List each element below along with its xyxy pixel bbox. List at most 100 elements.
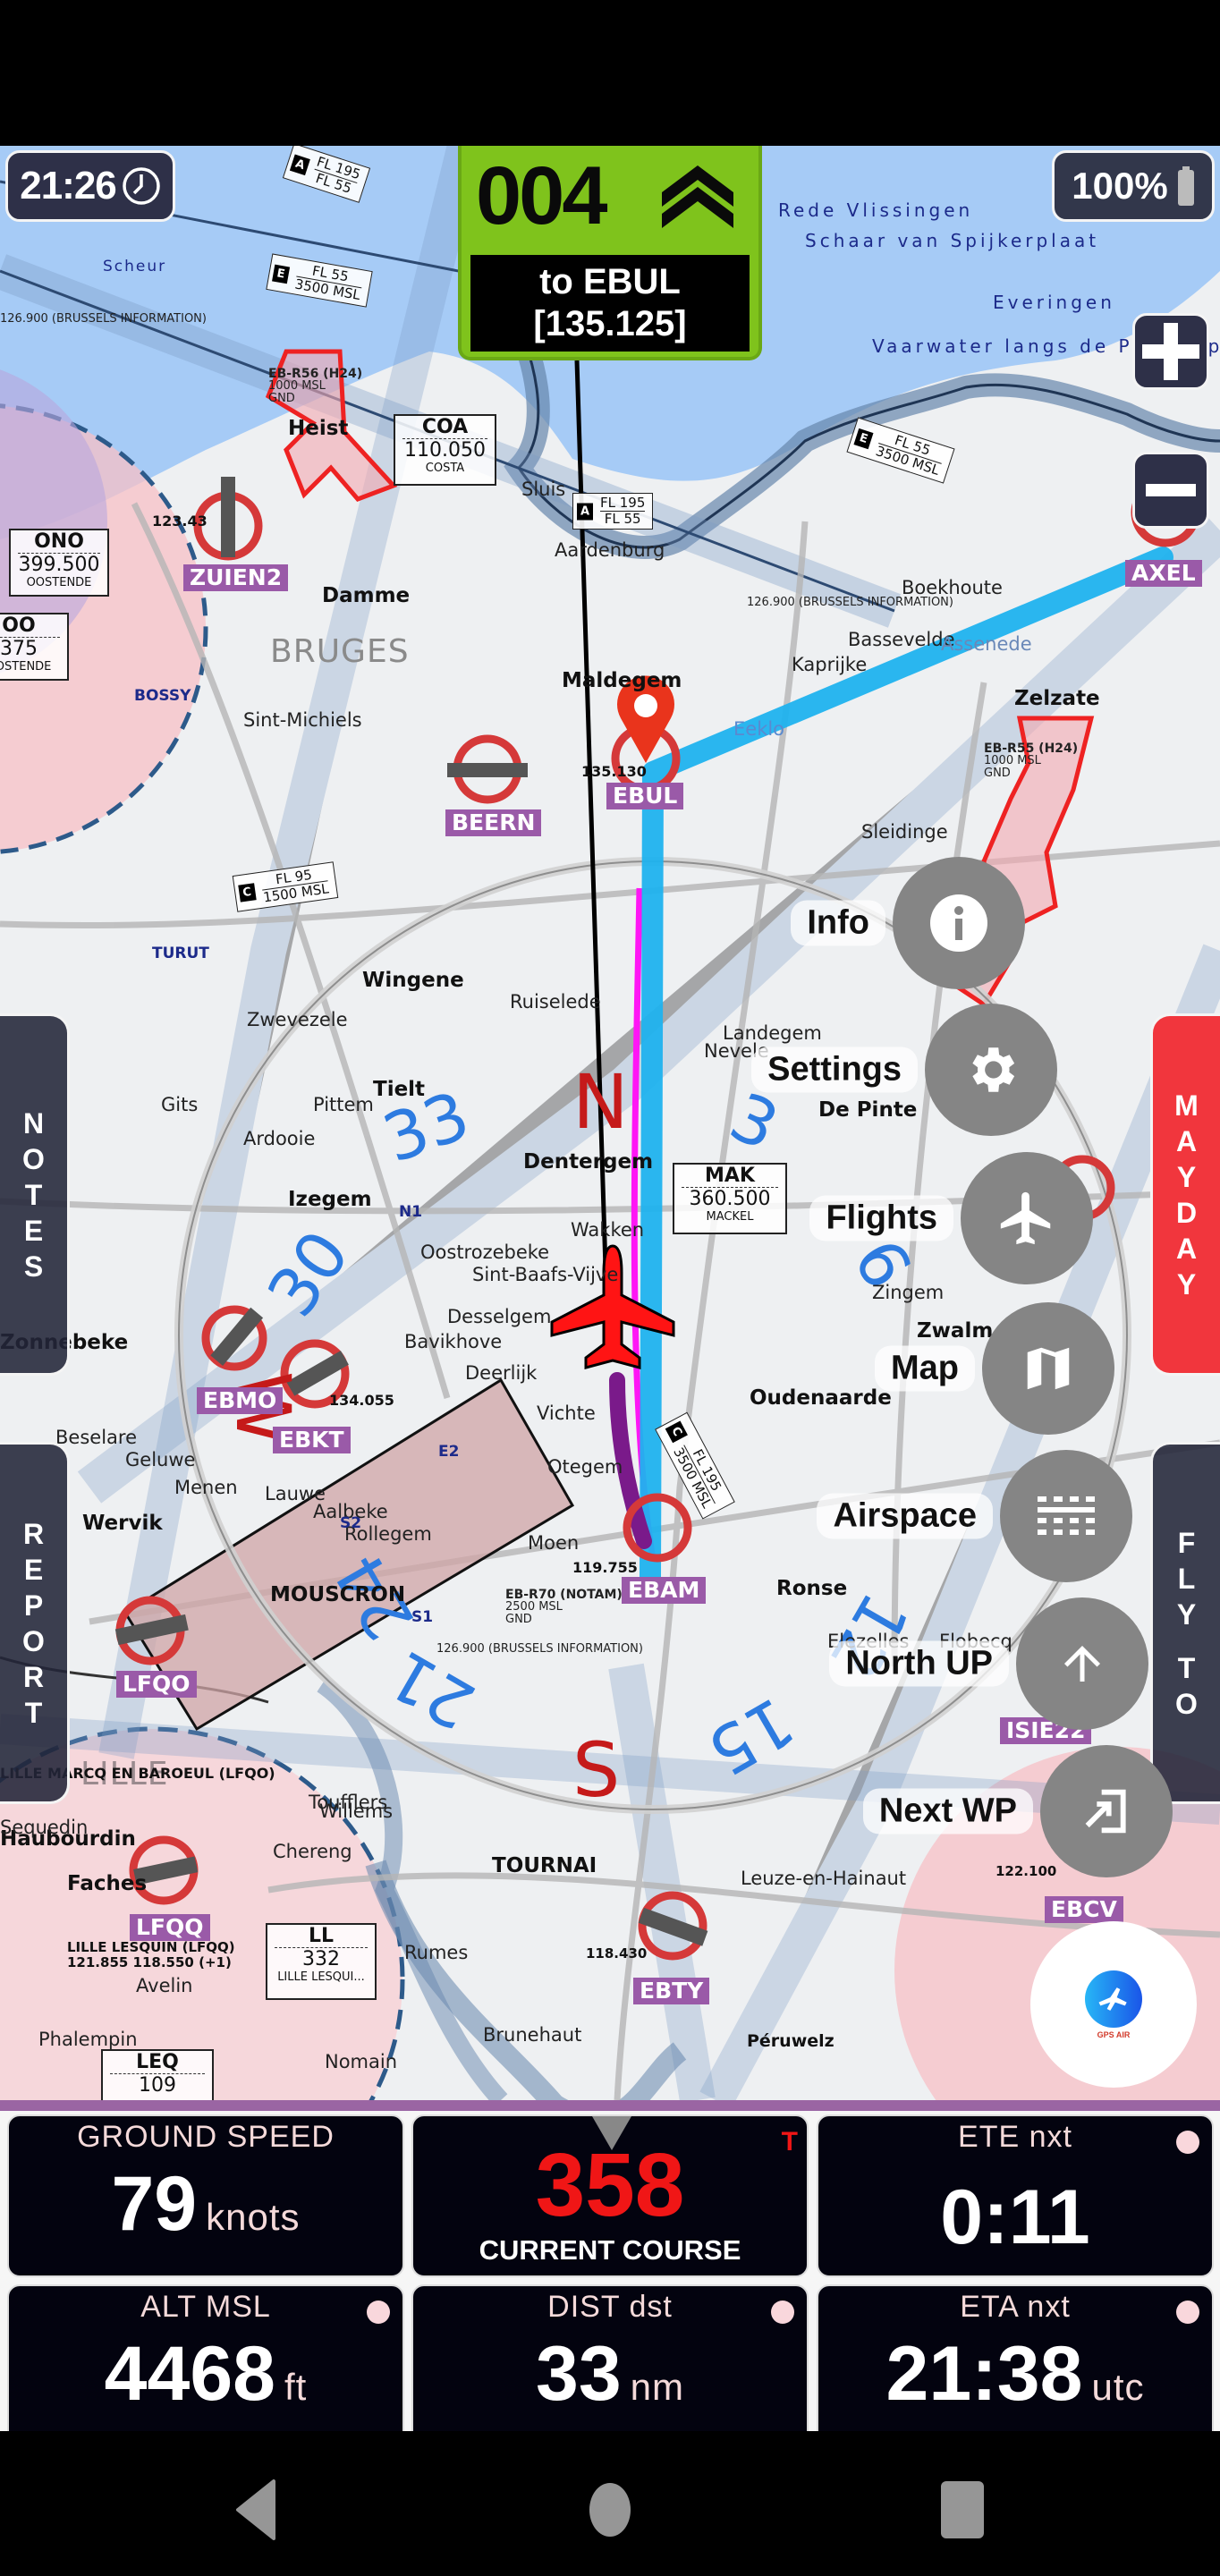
reporting-point-label: S1: [411, 1608, 434, 1626]
home-button[interactable]: [589, 2478, 631, 2542]
app-logo-button[interactable]: GPS AIR: [1030, 1921, 1197, 2088]
waypoint-info-box: to EBUL [135.125]: [470, 255, 750, 352]
waypoint-tag[interactable]: LFQO: [116, 1671, 197, 1698]
zoom-out-button[interactable]: [1132, 452, 1209, 529]
report-tab[interactable]: REPORT: [0, 1442, 70, 1804]
town-label: Desselgem: [447, 1306, 552, 1327]
cell-settings-dot[interactable]: [367, 2301, 390, 2324]
next-wp-button[interactable]: [1040, 1745, 1173, 1877]
map-button[interactable]: [982, 1302, 1114, 1435]
waypoint-tag[interactable]: ZUIEN2: [183, 564, 289, 591]
plus-icon: [1142, 323, 1199, 380]
instrument-panel: GROUND SPEED 79 knots T 358 CURRENT COURS…: [0, 2100, 1220, 2447]
menu-label[interactable]: Flights: [809, 1195, 953, 1241]
tab-letter: E: [23, 1553, 44, 1586]
menu-item-flights[interactable]: Flights: [805, 1152, 1093, 1284]
menu-label[interactable]: Map: [875, 1345, 975, 1392]
waypoint-tag[interactable]: BEERN: [445, 809, 542, 836]
town-label: TOURNAI: [492, 1854, 597, 1877]
menu-label[interactable]: Settings: [751, 1046, 918, 1093]
bearing-to-waypoint: 004: [476, 150, 607, 242]
navaid-name: LILLE LESQUI...: [277, 1970, 365, 1984]
town-label: Wingene: [362, 969, 464, 992]
navaid-frequency: 110.050: [402, 438, 487, 462]
reporting-point-label: S2: [340, 1514, 362, 1532]
reporting-point-label: TURUT: [152, 945, 209, 962]
town-label: Oostrozebeke: [420, 1241, 550, 1263]
settings-button[interactable]: [925, 1004, 1057, 1136]
info-icon: [930, 894, 987, 952]
waypoint-tag[interactable]: EBCV: [1045, 1896, 1123, 1923]
menu-item-north-up[interactable]: North UP: [829, 1597, 1148, 1730]
waypoint-tag[interactable]: EBUL: [606, 783, 684, 809]
app-logo: [1085, 1970, 1142, 2028]
alt-msl-cell[interactable]: ALT MSL 4468 ft: [7, 2284, 404, 2447]
airspace-button[interactable]: [1000, 1450, 1132, 1582]
back-button[interactable]: [234, 2478, 277, 2542]
ete-next-cell[interactable]: ETE nxt 0:11: [817, 2114, 1214, 2277]
info-button[interactable]: [893, 857, 1025, 989]
town-label: Dentergem: [523, 1150, 654, 1174]
tab-letter: R: [22, 1660, 45, 1693]
town-label: Sint-Baafs-Vijve: [472, 1264, 619, 1285]
aerodrome-frequency: 119.755: [572, 1559, 638, 1576]
airplane-icon: [1000, 1191, 1051, 1245]
waypoint-tag[interactable]: EBAM: [622, 1577, 707, 1604]
menu-item-airspace[interactable]: Airspace: [814, 1450, 1132, 1582]
tab-letter: F: [1177, 1526, 1196, 1559]
navaid-id: MAK: [705, 1165, 755, 1187]
menu-label[interactable]: Airspace: [817, 1493, 993, 1539]
waypoint-tag[interactable]: EBKT: [273, 1427, 351, 1453]
tab-letter: D: [1175, 1196, 1198, 1229]
eta-next-cell[interactable]: ETA nxt 21:38 utc: [817, 2284, 1214, 2447]
town-label: Ardooie: [243, 1128, 316, 1149]
town-label: Vichte: [537, 1402, 596, 1424]
current-course-cell[interactable]: T 358 CURRENT COURSE: [411, 2114, 809, 2277]
ete-next-value: 0:11: [940, 2174, 1090, 2260]
recents-button[interactable]: [939, 2478, 986, 2542]
aerodrome-name: LILLE LESQUIN (LFQQ): [67, 1939, 235, 1955]
navaid-box-oo[interactable]: OO 375 OOSTENDE: [0, 613, 69, 681]
navaid-box-leq[interactable]: LEQ 109: [101, 2049, 214, 2100]
town-label: Kaprijke: [792, 654, 868, 675]
cell-title: GROUND SPEED: [77, 2120, 335, 2154]
mayday-tab[interactable]: MAYDAY: [1150, 1013, 1220, 1376]
north-up-button[interactable]: [1016, 1597, 1148, 1730]
aerodrome-frequency: 121.855 118.550 (+1): [67, 1954, 232, 1970]
navaid-box-mak[interactable]: MAK 360.500 MACKEL: [673, 1163, 787, 1234]
map-label-water: Scheur: [103, 258, 167, 275]
town-label: Heist: [288, 417, 349, 440]
notes-tab[interactable]: NOTES: [0, 1013, 70, 1376]
cell-settings-dot[interactable]: [771, 2301, 794, 2324]
menu-item-settings[interactable]: Settings: [751, 1004, 1057, 1136]
town-label: Sequedin: [0, 1817, 89, 1838]
navaid-frequency: 375: [0, 637, 60, 660]
menu-item-info[interactable]: Info: [787, 857, 1025, 989]
menu-item-map[interactable]: Map: [868, 1302, 1114, 1435]
menu-label[interactable]: North UP: [829, 1640, 1009, 1687]
navaid-box-ll[interactable]: LL 332 LILLE LESQUI...: [266, 1923, 377, 2000]
town-label: Toufflers: [309, 1792, 388, 1813]
next-waypoint-panel[interactable]: 004 to EBUL [135.125]: [458, 146, 762, 360]
tab-letter: T: [1177, 1651, 1196, 1684]
flights-button[interactable]: [961, 1152, 1093, 1284]
waypoint-tag[interactable]: AXEL: [1125, 560, 1202, 587]
navaid-box-coa[interactable]: COA 110.050 COSTA: [394, 414, 496, 486]
navaid-box-ono[interactable]: ONO 399.500 OOSTENDE: [9, 529, 109, 597]
waypoint-tag[interactable]: EBMO: [197, 1387, 284, 1414]
aerodrome-frequency: 135.130: [581, 763, 647, 780]
cell-settings-dot[interactable]: [1176, 2301, 1199, 2324]
menu-label[interactable]: Info: [791, 900, 885, 946]
arrow-up-icon: [1064, 1646, 1100, 1682]
zoom-in-button[interactable]: [1132, 313, 1209, 390]
town-label: Zelzate: [1014, 687, 1100, 710]
cell-settings-dot[interactable]: [1176, 2131, 1199, 2154]
waypoint-tag[interactable]: EBTY: [633, 1978, 710, 2004]
battery-widget: 100%: [1052, 150, 1215, 222]
ground-speed-cell[interactable]: GROUND SPEED 79 knots: [7, 2114, 404, 2277]
menu-label[interactable]: Next WP: [862, 1788, 1033, 1835]
town-label: Sleidinge: [861, 821, 948, 843]
dist-dst-cell[interactable]: DIST dst 33 nm: [411, 2284, 809, 2447]
menu-item-next-wp[interactable]: Next WP: [854, 1745, 1173, 1877]
waypoint-tag[interactable]: LFQQ: [130, 1914, 210, 1941]
